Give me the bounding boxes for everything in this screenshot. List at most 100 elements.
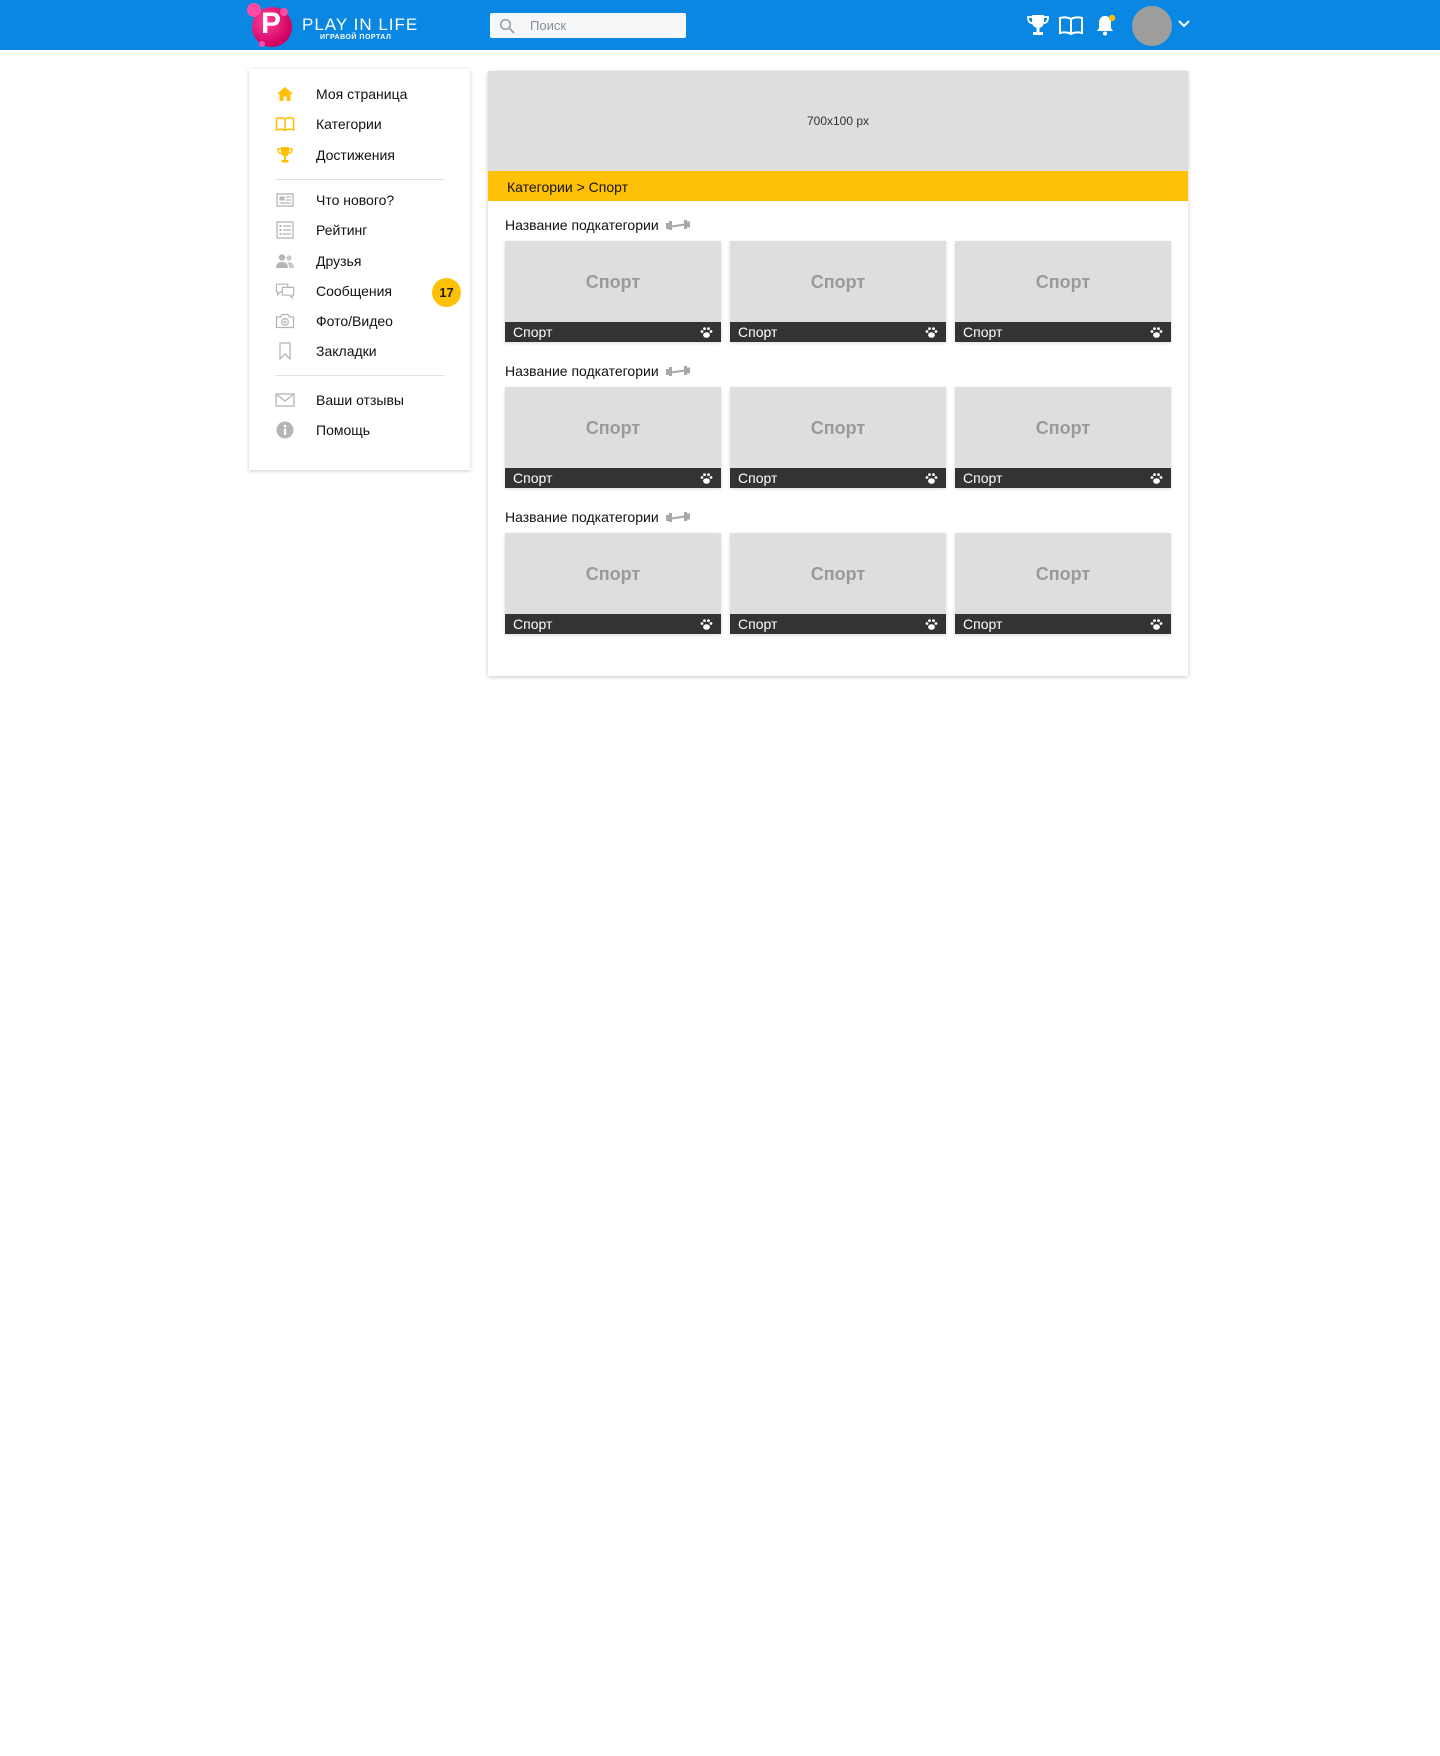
card-footer: Спорт [730, 322, 946, 342]
book-icon[interactable] [1057, 11, 1085, 39]
search-input[interactable] [530, 13, 680, 38]
camera-icon [275, 311, 295, 331]
sidebar-item-label: Фото/Видео [316, 313, 393, 329]
paw-icon [1150, 473, 1163, 484]
paw-icon [925, 327, 938, 338]
dumbbell-icon [665, 366, 690, 376]
card-label: Спорт [963, 616, 1003, 632]
card-title: Спорт [1035, 418, 1091, 438]
card-label: Спорт [738, 324, 778, 340]
sidebar-divider [275, 179, 445, 180]
subcategory-title-text[interactable]: Название подкатегории [505, 363, 659, 379]
paw-icon [1150, 619, 1163, 630]
category-card[interactable]: Спорт Спорт [730, 533, 946, 634]
paw-icon [700, 619, 713, 630]
card-label: Спорт [513, 616, 553, 632]
banner-text: 700x100 px [806, 114, 870, 128]
sidebar-item-bookmarks[interactable]: Закладки [249, 337, 470, 365]
dumbbell-icon [665, 220, 690, 230]
banner-placeholder[interactable]: 700x100 px [488, 71, 1188, 171]
sidebar-item-my-page[interactable]: Моя страница [249, 80, 470, 108]
friends-icon [275, 251, 295, 271]
card-title: Спорт [585, 564, 641, 584]
search-icon [499, 18, 515, 34]
chevron-down-icon[interactable] [1176, 16, 1192, 32]
logo-subtitle: ИГРАВОЙ ПОРТАЛ [320, 34, 392, 41]
card-title: Спорт [585, 272, 641, 292]
category-card[interactable]: Спорт Спорт [955, 533, 1171, 634]
paw-icon [1150, 327, 1163, 338]
card-label: Спорт [513, 324, 553, 340]
dumbbell-icon [665, 512, 690, 522]
sidebar-item-achievements[interactable]: Достижения [249, 141, 470, 169]
sidebar-item-photo-video[interactable]: Фото/Видео [249, 307, 470, 335]
category-card[interactable]: Спорт Спорт [730, 387, 946, 488]
top-bar: P PLAY IN LIFE ИГРАВОЙ ПОРТАЛ [0, 0, 1440, 50]
subcategory-title: Название подкатегории [505, 217, 691, 233]
card-label: Спорт [963, 324, 1003, 340]
sidebar-item-label: Рейтинг [316, 222, 368, 238]
newspaper-icon [275, 190, 295, 210]
card-title: Спорт [1035, 564, 1091, 584]
trophy-icon[interactable] [1024, 11, 1052, 39]
bell-icon[interactable] [1092, 11, 1120, 39]
sidebar-item-label: Ваши отзывы [316, 392, 404, 408]
paw-icon [700, 327, 713, 338]
sidebar-divider [275, 375, 445, 376]
avatar[interactable] [1132, 6, 1172, 46]
category-card[interactable]: Спорт Спорт [505, 387, 721, 488]
bookmark-icon [275, 341, 295, 361]
sidebar-item-messages[interactable]: Сообщения 17 [249, 277, 470, 307]
sidebar-item-label: Закладки [316, 343, 377, 359]
sidebar-item-help[interactable]: Помощь [249, 416, 470, 444]
card-footer: Спорт [505, 468, 721, 488]
card-title: Спорт [810, 418, 866, 438]
category-card[interactable]: Спорт Спорт [505, 533, 721, 634]
logo-title: PLAY IN LIFE [302, 15, 419, 34]
sidebar-item-whats-new[interactable]: Что нового? [249, 186, 470, 214]
card-label: Спорт [738, 616, 778, 632]
sidebar-item-rating[interactable]: Рейтинг [249, 216, 470, 244]
card-title: Спорт [810, 272, 866, 292]
card-title: Спорт [585, 418, 641, 438]
trophy-icon [275, 145, 295, 165]
card-label: Спорт [738, 470, 778, 486]
paw-icon [925, 619, 938, 630]
card-label: Спорт [513, 470, 553, 486]
search-box [490, 13, 686, 38]
sidebar-item-label: Категории [316, 116, 382, 132]
envelope-icon [275, 390, 295, 410]
sidebar-item-label: Сообщения [316, 283, 392, 299]
category-card[interactable]: Спорт Спорт [730, 241, 946, 342]
subcategory-title: Название подкатегории [505, 509, 691, 525]
category-card[interactable]: Спорт Спорт [955, 387, 1171, 488]
sidebar-item-categories[interactable]: Категории [249, 110, 470, 138]
category-card[interactable]: Спорт Спорт [505, 241, 721, 342]
sidebar-item-label: Друзья [316, 253, 362, 269]
paw-icon [700, 473, 713, 484]
sidebar-item-label: Достижения [316, 147, 395, 163]
card-footer: Спорт [505, 614, 721, 634]
sidebar-item-feedback[interactable]: Ваши отзывы [249, 386, 470, 414]
card-footer: Спорт [730, 614, 946, 634]
unread-badge: 17 [432, 278, 461, 307]
info-icon [275, 420, 295, 440]
sidebar-item-label: Помощь [316, 422, 371, 438]
subcategory-title-text[interactable]: Название подкатегории [505, 509, 659, 525]
subcategory-title-text[interactable]: Название подкатегории [505, 217, 659, 233]
category-card[interactable]: Спорт Спорт [955, 241, 1171, 342]
breadcrumb-text[interactable]: Категории > Спорт [507, 179, 628, 195]
card-footer: Спорт [955, 322, 1171, 342]
card-footer: Спорт [730, 468, 946, 488]
home-icon [275, 84, 295, 104]
breadcrumb: Категории > Спорт [488, 171, 1188, 201]
paw-icon [925, 473, 938, 484]
main-panel: 700x100 px Категории > Спорт Название по… [488, 71, 1188, 676]
sidebar-item-label: Что нового? [316, 192, 395, 208]
card-title: Спорт [810, 564, 866, 584]
logo[interactable]: P PLAY IN LIFE ИГРАВОЙ ПОРТАЛ [247, 3, 420, 47]
list-icon [275, 220, 295, 240]
sidebar-item-friends[interactable]: Друзья [249, 247, 470, 275]
card-footer: Спорт [505, 322, 721, 342]
subcategory-title: Название подкатегории [505, 363, 691, 379]
